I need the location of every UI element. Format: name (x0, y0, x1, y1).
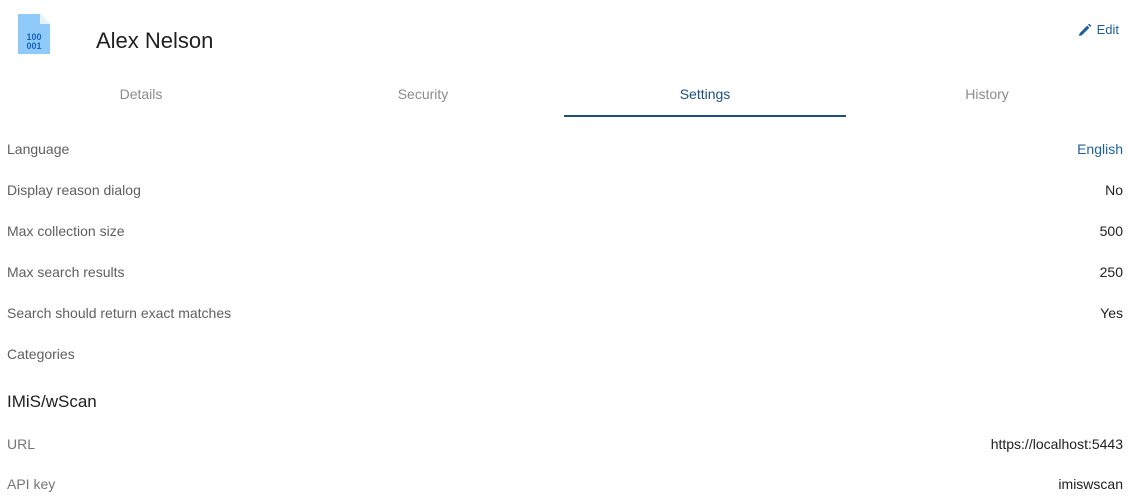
setting-row-max-collection: Max collection size 500 (0, 210, 1128, 251)
setting-label: Display reason dialog (7, 181, 141, 198)
binary-file-icon: 100 001 (18, 14, 50, 54)
setting-row-max-search: Max search results 250 (0, 251, 1128, 292)
setting-label: API key (7, 476, 56, 492)
setting-row-url: URL https://localhost:5443 (0, 424, 1128, 464)
pencil-icon (1078, 23, 1091, 36)
setting-label: Search should return exact matches (7, 304, 232, 321)
setting-value: 500 (1099, 222, 1123, 239)
page-header: 100 001 Alex Nelson Edit (0, 0, 1128, 72)
setting-label: Max search results (7, 263, 125, 280)
setting-value: imiswscan (1058, 476, 1123, 492)
tab-history-label: History (965, 86, 1009, 102)
setting-value: Yes (1100, 304, 1123, 321)
page-title: Alex Nelson (96, 28, 214, 53)
language-value-link[interactable]: English (1077, 141, 1123, 157)
setting-value: No (1105, 181, 1123, 198)
edit-label: Edit (1096, 22, 1119, 37)
section-title-imis: IMiS/wScan (7, 392, 97, 411)
tab-bar: Details Security Settings History (0, 72, 1128, 118)
user-settings-page: 100 001 Alex Nelson Edit Details Securit… (0, 0, 1128, 504)
setting-row-categories: Categories (0, 333, 1128, 374)
tab-details-label: Details (119, 86, 163, 102)
tab-settings-label: Settings (679, 86, 731, 102)
setting-label: Max collection size (7, 222, 125, 239)
tab-security[interactable]: Security (282, 72, 564, 116)
setting-label: Categories (7, 345, 75, 362)
setting-value: https://localhost:5443 (990, 436, 1123, 452)
setting-row-exact-matches: Search should return exact matches Yes (0, 292, 1128, 333)
settings-list: Language English Display reason dialog N… (0, 128, 1128, 504)
tab-security-label: Security (397, 86, 449, 102)
setting-row-reason-dialog: Display reason dialog No (0, 169, 1128, 210)
setting-row-language: Language English (0, 128, 1128, 169)
setting-value: 250 (1099, 263, 1123, 280)
tab-details[interactable]: Details (0, 72, 282, 116)
icon-text-bottom: 001 (26, 41, 41, 51)
edit-button[interactable]: Edit (1078, 22, 1119, 37)
tab-history[interactable]: History (846, 72, 1128, 116)
setting-label: URL (7, 436, 36, 452)
setting-row-api-key: API key imiswscan (0, 464, 1128, 504)
tab-settings[interactable]: Settings (564, 72, 846, 117)
setting-label: Language (7, 140, 70, 157)
